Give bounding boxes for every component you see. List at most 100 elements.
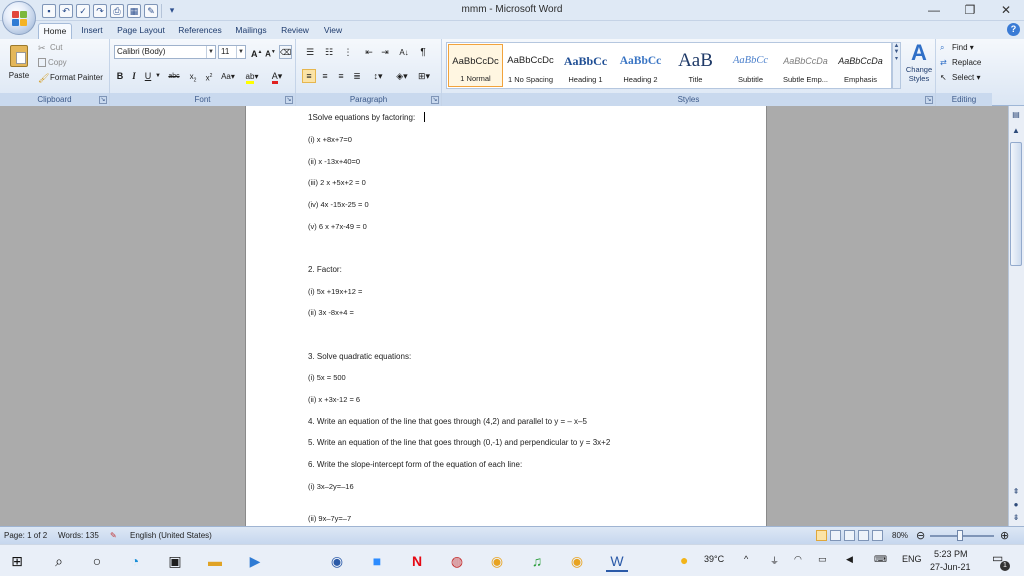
italic-icon[interactable]: I: [128, 69, 140, 83]
style-normal[interactable]: AaBbCcDc 1 Normal: [448, 44, 503, 87]
input-language[interactable]: ENG: [902, 554, 922, 564]
document-line[interactable]: 6. Write the slope-intercept form of the…: [308, 460, 522, 469]
tab-page-layout[interactable]: Page Layout: [112, 23, 170, 39]
align-center-icon[interactable]: ≡: [318, 69, 332, 83]
align-left-icon[interactable]: ≡: [302, 69, 316, 83]
page-count[interactable]: Page: 1 of 2: [4, 531, 47, 540]
document-line[interactable]: (i) x +8x+7=0: [308, 135, 352, 144]
paragraph-dialog-launcher[interactable]: ↘: [431, 96, 439, 104]
copy-button[interactable]: Copy: [38, 58, 67, 68]
tab-review[interactable]: Review: [276, 23, 314, 39]
print-layout-view-icon[interactable]: [816, 530, 827, 541]
document-line[interactable]: (ii) x -13x+40=0: [308, 157, 360, 166]
increase-indent-icon[interactable]: ⇥: [378, 45, 392, 59]
view-ruler-icon[interactable]: ▤: [1010, 109, 1022, 121]
align-right-icon[interactable]: ≡: [334, 69, 348, 83]
multilevel-list-icon[interactable]: ⋮: [340, 45, 356, 59]
tab-mailings[interactable]: Mailings: [230, 23, 272, 39]
decrease-indent-icon[interactable]: ⇤: [362, 45, 376, 59]
office-button[interactable]: [2, 1, 36, 35]
weather-temperature[interactable]: 39°C: [704, 554, 724, 564]
edge-browser-icon[interactable]: ◔: [124, 550, 146, 572]
show-hidden-icons-icon[interactable]: ^: [744, 554, 748, 564]
keyboard-icon[interactable]: ⌨: [874, 554, 887, 565]
show-formatting-icon[interactable]: ¶: [416, 45, 430, 59]
replace-button[interactable]: ⇄ Replace: [940, 58, 981, 68]
bold-icon[interactable]: B: [114, 69, 126, 83]
help-icon[interactable]: ?: [1007, 23, 1020, 36]
zoom-out-icon[interactable]: ⊖: [916, 529, 925, 542]
style-title[interactable]: AaB Title: [668, 44, 723, 87]
netflix-icon[interactable]: N: [406, 550, 428, 572]
style-no-spacing[interactable]: AaBbCcDc 1 No Spacing: [503, 44, 558, 87]
media-player-icon[interactable]: ▶: [244, 550, 266, 572]
font-family-combo[interactable]: Calibri (Body) ▼: [114, 45, 216, 59]
tab-references[interactable]: References: [174, 23, 226, 39]
borders-icon[interactable]: ⊞▾: [414, 69, 434, 83]
minimize-button[interactable]: —: [916, 0, 952, 21]
styles-gallery-scroll[interactable]: ▲ ▼ ▾: [892, 42, 901, 89]
tab-view[interactable]: View: [318, 23, 348, 39]
app-icon[interactable]: ◉: [326, 550, 348, 572]
close-button[interactable]: ✕: [988, 0, 1024, 21]
weather-icon[interactable]: ●: [680, 552, 688, 568]
chrome-icon[interactable]: ◉: [566, 550, 588, 572]
justify-icon[interactable]: ≣: [350, 69, 364, 83]
clipboard-dialog-launcher[interactable]: ↘: [99, 96, 107, 104]
task-view-icon[interactable]: ○: [86, 550, 108, 572]
style-subtitle[interactable]: AaBbCc Subtitle: [723, 44, 778, 87]
windows-start-icon[interactable]: ⊞: [6, 550, 28, 572]
word-app-icon[interactable]: W: [606, 550, 628, 572]
document-line[interactable]: (i) 3x–2y=–16: [308, 482, 354, 491]
document-line[interactable]: 3. Solve quadratic equations:: [308, 352, 411, 361]
document-line[interactable]: (ii) x +3x-12 = 6: [308, 395, 360, 404]
browse-object-icon[interactable]: ●: [1010, 499, 1022, 511]
font-color-icon[interactable]: A▾: [266, 69, 288, 84]
select-button[interactable]: ↖ Select ▾: [940, 73, 980, 83]
proofing-icon[interactable]: ✎: [110, 531, 117, 540]
change-styles-button[interactable]: A Change Styles: [904, 41, 934, 89]
tab-insert[interactable]: Insert: [76, 23, 108, 39]
style-emphasis[interactable]: AaBbCcDa Emphasis: [833, 44, 888, 87]
document-line[interactable]: 4. Write an equation of the line that go…: [308, 417, 587, 426]
restore-button[interactable]: ❐: [952, 0, 988, 21]
store-icon[interactable]: ▣: [164, 550, 186, 572]
clock-date[interactable]: 27-Jun-21: [930, 562, 971, 572]
superscript-icon[interactable]: x2: [202, 69, 216, 83]
format-painter-button[interactable]: 🖌Format Painter: [38, 73, 103, 83]
document-line[interactable]: (i) 5x = 500: [308, 373, 346, 382]
draft-view-icon[interactable]: [872, 530, 883, 541]
zoom-slider-handle[interactable]: [957, 530, 963, 541]
bullets-icon[interactable]: ☰: [302, 45, 318, 59]
styles-dialog-launcher[interactable]: ↘: [925, 96, 933, 104]
subscript-icon[interactable]: x2: [186, 69, 200, 84]
paste-button[interactable]: Paste: [6, 43, 32, 87]
strikethrough-icon[interactable]: abc: [164, 69, 184, 83]
word-count[interactable]: Words: 135: [58, 531, 99, 540]
document-page[interactable]: 1Solve equations by factoring: (i) x +8x…: [245, 106, 767, 526]
change-case-icon[interactable]: Aa▾: [218, 69, 238, 83]
shading-icon[interactable]: ◈▾: [392, 69, 412, 83]
app-icon[interactable]: ◍: [446, 550, 468, 572]
language-status[interactable]: English (United States): [130, 531, 212, 540]
document-line[interactable]: (iv) 4x -15x-25 = 0: [308, 200, 369, 209]
clear-formatting-icon[interactable]: ⌫: [279, 45, 292, 59]
numbering-icon[interactable]: ☷: [321, 45, 337, 59]
document-line[interactable]: 5. Write an equation of the line that go…: [308, 438, 610, 447]
sort-icon[interactable]: A↓: [396, 45, 412, 59]
document-line[interactable]: (v) 6 x +7x-49 = 0: [308, 222, 367, 231]
next-page-icon[interactable]: ⇟: [1010, 512, 1022, 524]
scroll-up-icon[interactable]: ▲: [1010, 125, 1022, 137]
battery-icon[interactable]: ▭: [818, 554, 827, 565]
document-line[interactable]: (ii) 9x–7y=–7: [308, 514, 351, 523]
previous-page-icon[interactable]: ⇞: [1010, 486, 1022, 498]
full-screen-view-icon[interactable]: [830, 530, 841, 541]
document-line[interactable]: 2. Factor:: [308, 265, 342, 274]
line-spacing-icon[interactable]: ↕▾: [368, 69, 388, 83]
file-explorer-icon[interactable]: ▬: [204, 550, 226, 572]
document-line[interactable]: (iii) 2 x +5x+2 = 0: [308, 178, 366, 187]
style-heading-1[interactable]: AaBbCc Heading 1: [558, 44, 613, 87]
document-line[interactable]: 1Solve equations by factoring:: [308, 113, 415, 122]
zoom-meeting-icon[interactable]: ■: [366, 550, 388, 572]
chrome-icon[interactable]: ◉: [486, 550, 508, 572]
